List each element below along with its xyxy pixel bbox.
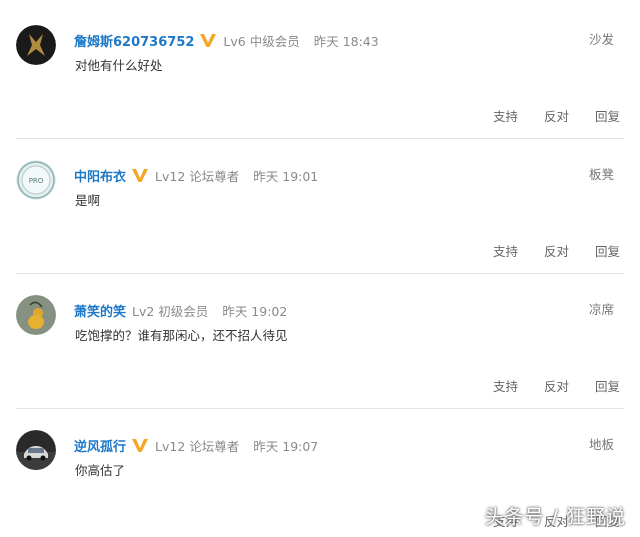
avatar[interactable] (16, 25, 56, 65)
comment-meta: 萧笑的笑 Lv2 初级会员 昨天 19:02 (74, 299, 287, 321)
username[interactable]: 詹姆斯620736752 (74, 31, 194, 50)
comment-meta: 詹姆斯620736752 Lv6 中级会员 昨天 18:43 (74, 29, 379, 51)
comment-text: 你高估了 (75, 463, 126, 478)
comment-text: 吃饱撑的？谁有那闲心，还不招人待见 (75, 328, 288, 343)
comment-text: 是啊 (75, 193, 101, 208)
username[interactable]: 逆风孤行 (74, 436, 126, 455)
comment-actions: 支持 反对 回复 (493, 376, 620, 395)
floor-label: 沙发 (588, 32, 614, 47)
divider (16, 408, 624, 409)
avatar[interactable]: PRO (16, 160, 56, 200)
v-badge-icon (199, 32, 217, 48)
dark-logo-avatar-icon (16, 25, 56, 65)
gourd-avatar-icon (16, 295, 56, 335)
comment-time: 昨天 19:07 (253, 438, 319, 454)
comment-actions: 支持 反对 回复 (493, 241, 620, 260)
support-button[interactable]: 支持 (493, 376, 518, 395)
user-level: Lv12 论坛尊者 (155, 438, 240, 454)
reply-button[interactable]: 回复 (595, 376, 620, 395)
username[interactable]: 萧笑的笑 (74, 301, 126, 320)
comment-actions: 支持 反对 回复 (493, 106, 620, 125)
v-badge-icon (131, 437, 149, 453)
watermark: 头条号 / 狂野说 (484, 506, 626, 528)
comment-time: 昨天 19:01 (253, 168, 319, 184)
support-button[interactable]: 支持 (493, 106, 518, 125)
reply-button[interactable]: 回复 (595, 241, 620, 260)
oppose-button[interactable]: 反对 (544, 106, 569, 125)
avatar[interactable] (16, 430, 56, 470)
divider (16, 273, 624, 274)
floor-label: 板凳 (588, 167, 614, 182)
oppose-button[interactable]: 反对 (544, 241, 569, 260)
v-badge-icon (131, 167, 149, 183)
teal-circle-avatar-icon: PRO (16, 160, 56, 200)
avatar[interactable] (16, 295, 56, 335)
oppose-button[interactable]: 反对 (544, 376, 569, 395)
support-button[interactable]: 支持 (493, 241, 518, 260)
comment-time: 昨天 19:02 (222, 303, 288, 319)
floor-label: 凉席 (588, 302, 614, 317)
car-avatar-icon (16, 430, 56, 470)
comment-meta: 逆风孤行 Lv12 论坛尊者 昨天 19:07 (74, 434, 318, 456)
avatar-text: PRO (29, 177, 44, 185)
user-level: Lv6 中级会员 (223, 33, 300, 49)
comment-time: 昨天 18:43 (313, 33, 379, 49)
comment-text: 对他有什么好处 (75, 58, 163, 73)
comment-meta: 中阳布衣 Lv12 论坛尊者 昨天 19:01 (74, 164, 318, 186)
username[interactable]: 中阳布衣 (74, 166, 126, 185)
floor-label: 地板 (588, 437, 614, 452)
reply-button[interactable]: 回复 (595, 106, 620, 125)
divider (16, 138, 624, 139)
user-level: Lv2 初级会员 (132, 303, 209, 319)
user-level: Lv12 论坛尊者 (155, 168, 240, 184)
